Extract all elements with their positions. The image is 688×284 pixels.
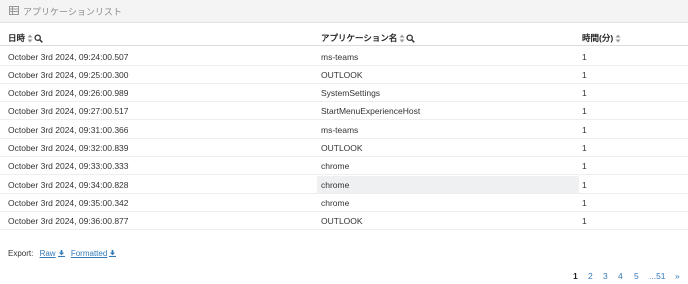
app-cell: OUTLOOK <box>321 143 363 153</box>
sort-icon[interactable] <box>27 34 33 43</box>
column-header-minutes[interactable]: 時間(分) <box>582 32 621 44</box>
app-cell: ms-teams <box>321 52 359 62</box>
datetime-cell: October 3rd 2024, 09:32:00.839 <box>8 143 129 153</box>
table-row[interactable]: October 3rd 2024, 09:26:00.989 SystemSet… <box>0 84 688 102</box>
datetime-cell: October 3rd 2024, 09:31:00.366 <box>8 125 129 135</box>
minutes-cell: 1 <box>582 180 587 190</box>
datetime-cell: October 3rd 2024, 09:34:00.828 <box>8 180 129 190</box>
minutes-cell: 1 <box>582 52 587 62</box>
column-label-minutes: 時間(分) <box>582 33 614 43</box>
export-bar: Export: Raw Formatted <box>8 249 117 258</box>
panel-header: アプリケーションリスト <box>0 0 688 23</box>
page-5[interactable]: 5 <box>634 271 639 281</box>
panel-title: アプリケーションリスト <box>23 7 122 17</box>
minutes-cell: 1 <box>582 106 587 116</box>
app-cell: chrome <box>321 161 350 171</box>
table-row[interactable]: October 3rd 2024, 09:33:00.333 chrome 1 <box>0 157 688 175</box>
app-cell: ms-teams <box>321 125 359 135</box>
export-raw-label: Raw <box>39 249 56 258</box>
minutes-cell: 1 <box>582 198 587 208</box>
table-row[interactable]: October 3rd 2024, 09:27:00.517 StartMenu… <box>0 102 688 120</box>
table-icon <box>9 6 19 15</box>
app-cell: StartMenuExperienceHost <box>321 106 421 116</box>
datetime-cell: October 3rd 2024, 09:25:00.300 <box>8 70 129 80</box>
table-row[interactable]: October 3rd 2024, 09:24:00.507 ms-teams … <box>0 48 688 66</box>
column-header-app[interactable]: アプリケーション名 <box>321 32 416 44</box>
download-icon <box>109 250 117 257</box>
page-next[interactable]: » <box>675 271 680 281</box>
column-header-datetime[interactable]: 日時 <box>8 32 43 44</box>
minutes-cell: 1 <box>582 125 587 135</box>
sort-icon[interactable] <box>615 34 621 43</box>
column-label-datetime: 日時 <box>8 33 26 43</box>
search-icon[interactable] <box>406 33 416 43</box>
table-row[interactable]: October 3rd 2024, 09:32:00.839 OUTLOOK 1 <box>0 139 688 157</box>
datetime-cell: October 3rd 2024, 09:33:00.333 <box>8 161 129 171</box>
datetime-cell: October 3rd 2024, 09:35:00.342 <box>8 198 129 208</box>
minutes-cell: 1 <box>582 88 587 98</box>
export-formatted-label: Formatted <box>70 249 108 258</box>
minutes-cell: 1 <box>582 70 587 80</box>
hovered-cell-highlight <box>317 176 579 193</box>
export-label: Export: <box>8 249 34 258</box>
app-cell: chrome <box>321 180 350 190</box>
page-3[interactable]: 3 <box>603 271 608 281</box>
page-last[interactable]: ...51 <box>649 271 666 281</box>
table-row[interactable]: October 3rd 2024, 09:25:00.300 OUTLOOK 1 <box>0 66 688 84</box>
table-row[interactable]: October 3rd 2024, 09:36:00.877 OUTLOOK 1 <box>0 212 688 230</box>
minutes-cell: 1 <box>582 143 587 153</box>
datetime-cell: October 3rd 2024, 09:36:00.877 <box>8 216 129 226</box>
minutes-cell: 1 <box>582 161 587 171</box>
app-cell: OUTLOOK <box>321 70 363 80</box>
search-icon[interactable] <box>34 33 43 43</box>
app-cell: chrome <box>321 198 350 208</box>
export-raw-link[interactable]: Raw <box>40 249 65 258</box>
page-4[interactable]: 4 <box>618 271 623 281</box>
download-icon <box>57 250 65 257</box>
page-1[interactable]: 1 <box>573 271 578 281</box>
table-row[interactable]: October 3rd 2024, 09:31:00.366 ms-teams … <box>0 121 688 139</box>
datetime-cell: October 3rd 2024, 09:27:00.517 <box>8 106 129 116</box>
app-cell: SystemSettings <box>321 88 381 98</box>
column-label-app: アプリケーション名 <box>321 33 398 43</box>
minutes-cell: 1 <box>582 216 587 226</box>
header-divider <box>0 45 688 46</box>
table-row[interactable]: October 3rd 2024, 09:35:00.342 chrome 1 <box>0 194 688 212</box>
page-2[interactable]: 2 <box>588 271 593 281</box>
sort-icon[interactable] <box>399 34 405 43</box>
table-row[interactable]: October 3rd 2024, 09:34:00.828 chrome 1 <box>0 176 688 194</box>
datetime-cell: October 3rd 2024, 09:26:00.989 <box>8 88 129 98</box>
app-cell: OUTLOOK <box>321 216 363 226</box>
datetime-cell: October 3rd 2024, 09:24:00.507 <box>8 52 129 62</box>
export-formatted-link[interactable]: Formatted <box>70 249 117 258</box>
